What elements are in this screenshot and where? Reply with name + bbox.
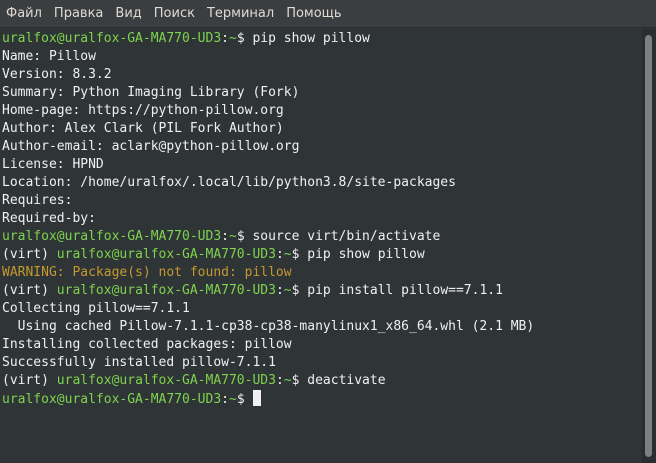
menu-terminal[interactable]: Терминал (201, 0, 280, 28)
venv-indicator: (virt) (2, 247, 57, 262)
prompt-separator: : (221, 31, 229, 46)
prompt-line: uralfox@uralfox-GA-MA770-UD3:~$ (2, 390, 642, 408)
terminal-window: Файл Правка Вид Поиск Терминал Помощь ur… (0, 0, 656, 463)
output-text: Using cached Pillow-7.1.1-cp38-cp38-many… (2, 319, 535, 334)
output-line: Requires: (2, 192, 642, 210)
output-text: License: HPND (2, 157, 104, 172)
prompt-path: ~ (228, 229, 237, 244)
command-text: deactivate (307, 373, 386, 388)
output-text: Summary: Python Imaging Library (Fork) (2, 85, 300, 100)
prompt-path: ~ (228, 392, 237, 407)
terminal-lines: uralfox@uralfox-GA-MA770-UD3:~$ pip show… (0, 29, 642, 408)
output-line: Summary: Python Imaging Library (Fork) (2, 84, 642, 102)
prompt-line: (virt) uralfox@uralfox-GA-MA770-UD3:~$ p… (2, 246, 642, 264)
prompt-user-host: uralfox@uralfox-GA-MA770-UD3 (2, 31, 222, 46)
command-text: pip show pillow (307, 247, 425, 262)
prompt-line: (virt) uralfox@uralfox-GA-MA770-UD3:~$ d… (2, 372, 642, 390)
menu-edit[interactable]: Правка (48, 0, 109, 28)
prompt-path: ~ (283, 373, 292, 388)
output-line: Installing collected packages: pillow (2, 336, 642, 354)
output-line: Name: Pillow (2, 48, 642, 66)
command-text: pip install pillow==7.1.1 (307, 283, 503, 298)
prompt-user-host: uralfox@uralfox-GA-MA770-UD3 (56, 247, 276, 262)
menu-bar: Файл Правка Вид Поиск Терминал Помощь (0, 0, 656, 28)
command-text: source virt/bin/activate (252, 229, 441, 244)
text-cursor (253, 390, 262, 406)
menu-view[interactable]: Вид (109, 0, 147, 28)
prompt-symbol: $ (291, 283, 308, 298)
output-line: Using cached Pillow-7.1.1-cp38-cp38-many… (2, 318, 642, 336)
output-text: Requires: (2, 193, 73, 208)
prompt-separator: : (221, 392, 229, 407)
prompt-user-host: uralfox@uralfox-GA-MA770-UD3 (2, 392, 222, 407)
output-text: Successfully installed pillow-7.1.1 (2, 355, 276, 370)
output-text: Required-by: (2, 211, 96, 226)
terminal-output[interactable]: uralfox@uralfox-GA-MA770-UD3:~$ pip show… (0, 29, 642, 463)
scrollbar-thumb[interactable] (645, 35, 652, 457)
output-line: Version: 8.3.2 (2, 66, 642, 84)
prompt-path: ~ (283, 247, 292, 262)
prompt-line: uralfox@uralfox-GA-MA770-UD3:~$ source v… (2, 228, 642, 246)
prompt-symbol: $ (291, 247, 308, 262)
output-line: Author: Alex Clark (PIL Fork Author) (2, 120, 642, 138)
prompt-symbol: $ (236, 31, 253, 46)
output-line: Author-email: aclark@python-pillow.org (2, 138, 642, 156)
menu-search[interactable]: Поиск (148, 0, 201, 28)
warning-line: WARNING: Package(s) not found: pillow (2, 264, 642, 282)
prompt-separator: : (221, 229, 229, 244)
prompt-symbol: $ (236, 392, 253, 407)
output-text: Name: Pillow (2, 49, 96, 64)
output-text: Home-page: https://python-pillow.org (2, 103, 284, 118)
prompt-symbol: $ (236, 229, 253, 244)
vertical-scrollbar[interactable] (642, 29, 656, 463)
prompt-user-host: uralfox@uralfox-GA-MA770-UD3 (56, 283, 276, 298)
prompt-line: (virt) uralfox@uralfox-GA-MA770-UD3:~$ p… (2, 282, 642, 300)
command-text: pip show pillow (252, 31, 370, 46)
prompt-separator: : (275, 247, 284, 262)
prompt-line: uralfox@uralfox-GA-MA770-UD3:~$ pip show… (2, 30, 642, 48)
output-line: Successfully installed pillow-7.1.1 (2, 354, 642, 372)
output-text: Version: 8.3.2 (2, 67, 112, 82)
output-text: Location: /home/uralfox/.local/lib/pytho… (2, 175, 456, 190)
prompt-separator: : (275, 283, 284, 298)
menu-help[interactable]: Помощь (280, 0, 347, 28)
output-text: Installing collected packages: pillow (2, 337, 292, 352)
venv-indicator: (virt) (2, 283, 57, 298)
output-line: Home-page: https://python-pillow.org (2, 102, 642, 120)
output-text: Author: Alex Clark (PIL Fork Author) (2, 121, 284, 136)
output-text: Author-email: aclark@python-pillow.org (2, 139, 300, 154)
output-line: License: HPND (2, 156, 642, 174)
output-line: Collecting pillow==7.1.1 (2, 300, 642, 318)
output-line: Location: /home/uralfox/.local/lib/pytho… (2, 174, 642, 192)
output-line: Required-by: (2, 210, 642, 228)
prompt-symbol: $ (291, 373, 308, 388)
menu-file[interactable]: Файл (0, 0, 48, 28)
output-text: Collecting pillow==7.1.1 (2, 301, 190, 316)
prompt-user-host: uralfox@uralfox-GA-MA770-UD3 (2, 229, 222, 244)
prompt-path: ~ (283, 283, 292, 298)
prompt-separator: : (275, 373, 284, 388)
warning-text: WARNING: Package(s) not found: pillow (2, 265, 292, 280)
prompt-user-host: uralfox@uralfox-GA-MA770-UD3 (56, 373, 276, 388)
venv-indicator: (virt) (2, 373, 57, 388)
prompt-path: ~ (228, 31, 237, 46)
